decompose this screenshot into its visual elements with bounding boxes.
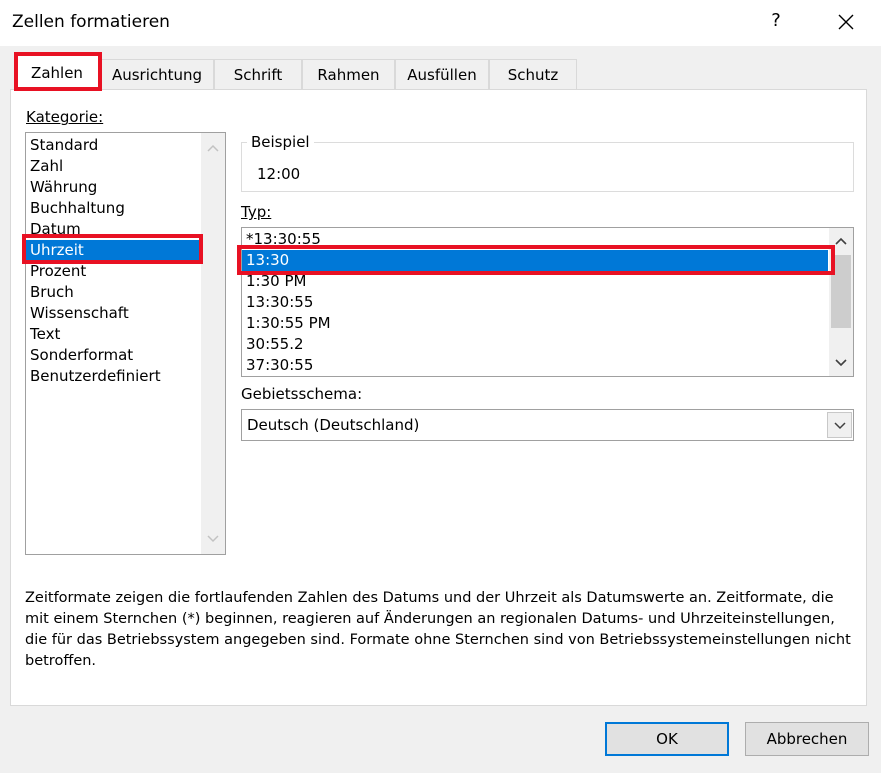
tab-rahmen[interactable]: Rahmen — [302, 59, 395, 89]
category-item-buchhaltung[interactable]: Buchhaltung — [26, 198, 200, 219]
tab-label: Rahmen — [317, 65, 380, 84]
tab-label: Ausfüllen — [407, 65, 477, 84]
description-text: Zeitformate zeigen die fortlaufenden Zah… — [25, 590, 851, 669]
category-item-waehrung[interactable]: Währung — [26, 177, 200, 198]
close-icon[interactable] — [836, 12, 856, 32]
tab-ausrichtung[interactable]: Ausrichtung — [100, 59, 214, 89]
type-label-text: Typ: — [241, 203, 272, 221]
ok-button[interactable]: OK — [605, 722, 729, 756]
sample-label: Beispiel — [247, 133, 314, 151]
sample-value: 12:00 — [257, 165, 301, 183]
tab-schrift[interactable]: Schrift — [214, 59, 302, 89]
chevron-down-icon[interactable] — [833, 354, 849, 370]
type-highlight-frame — [237, 245, 835, 275]
type-item[interactable]: 30:55.2 — [242, 334, 828, 355]
tab-label: Schrift — [233, 65, 283, 84]
sample-groupbox — [241, 142, 854, 192]
dialog-title: Zellen formatieren — [12, 12, 170, 32]
type-item[interactable]: 13:30:55 — [242, 292, 828, 313]
category-item-zahl[interactable]: Zahl — [26, 156, 200, 177]
category-item-text[interactable]: Text — [26, 324, 200, 345]
locale-value: Deutsch (Deutschland) — [247, 416, 420, 434]
category-item-bruch[interactable]: Bruch — [26, 282, 200, 303]
type-item[interactable]: 37:30:55 — [242, 355, 828, 376]
category-item-prozent[interactable]: Prozent — [26, 261, 200, 282]
category-list[interactable]: Standard Zahl Währung Buchhaltung Datum … — [25, 132, 226, 555]
dropdown-button[interactable] — [827, 412, 852, 438]
locale-label: Gebietsschema: — [241, 385, 363, 403]
category-label: Kategorie: — [26, 108, 104, 126]
category-item-wissenschaft[interactable]: Wissenschaft — [26, 303, 200, 324]
chevron-down-icon[interactable] — [205, 530, 221, 546]
category-item-benutzerdefiniert[interactable]: Benutzerdefiniert — [26, 366, 200, 387]
type-item[interactable]: 1:30:55 PM — [242, 313, 828, 334]
category-item-sonderformat[interactable]: Sonderformat — [26, 345, 200, 366]
category-item-standard[interactable]: Standard — [26, 135, 200, 156]
type-label: Typ: — [241, 203, 271, 221]
cancel-button[interactable]: Abbrechen — [745, 722, 869, 756]
tab-highlight-frame — [14, 52, 102, 91]
chevron-down-icon — [833, 422, 846, 430]
tab-label: Schutz — [507, 65, 559, 84]
chevron-up-icon[interactable] — [205, 141, 221, 157]
locale-dropdown[interactable]: Deutsch (Deutschland) — [241, 409, 854, 441]
tab-ausfuellen[interactable]: Ausfüllen — [395, 59, 489, 89]
help-icon[interactable]: ? — [766, 10, 786, 34]
category-scrollbar[interactable] — [201, 133, 225, 554]
category-highlight-frame — [22, 234, 203, 264]
tab-label: Ausrichtung — [111, 65, 203, 84]
chevron-up-icon[interactable] — [833, 234, 849, 250]
tab-schutz[interactable]: Schutz — [489, 59, 577, 89]
